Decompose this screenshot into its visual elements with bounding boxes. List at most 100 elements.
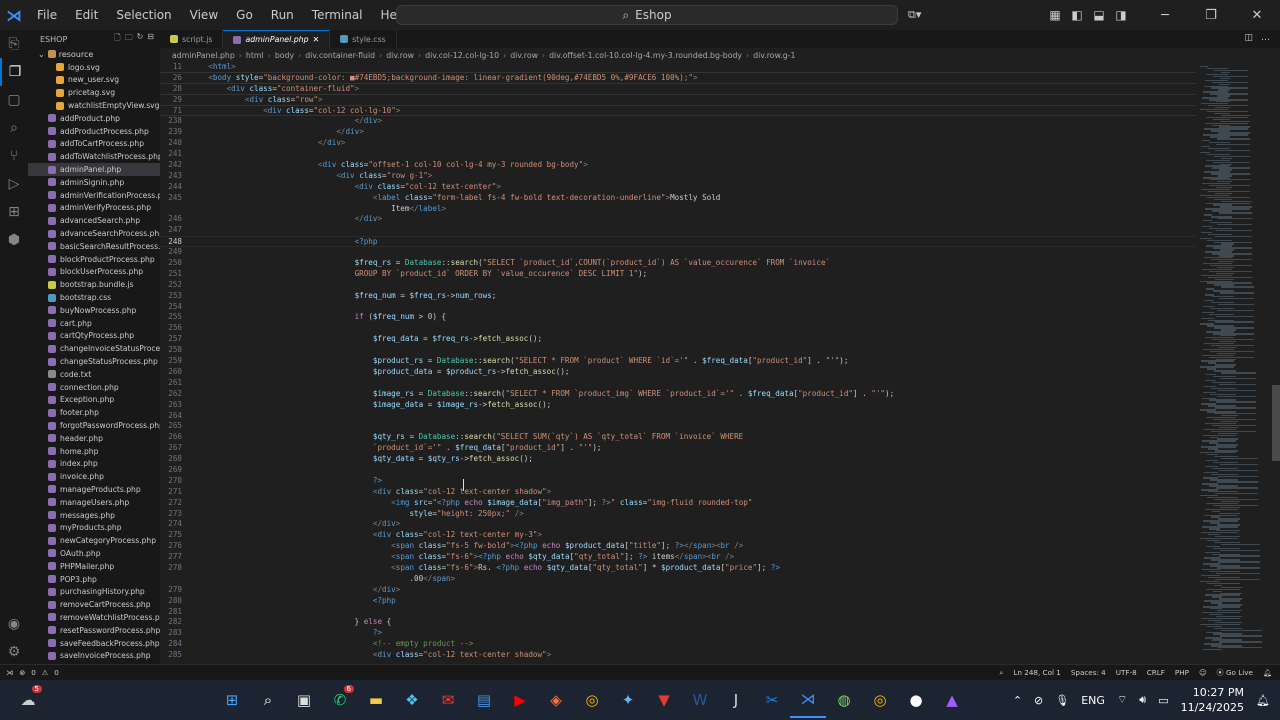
code-line[interactable]: 249 (160, 247, 1196, 258)
tab-adminPanel-php[interactable]: adminPanel.php ✕ (223, 30, 331, 48)
file-item[interactable]: PHPMailer.php (28, 560, 160, 573)
code-line[interactable]: 263 $image_data = $image_rs->fetch_assoc… (160, 400, 1196, 411)
split-editor-icon[interactable]: ◫ (1244, 33, 1253, 43)
code-line[interactable]: 270 ?> (160, 476, 1196, 487)
file-item[interactable]: purchasingHistory.php (28, 585, 160, 598)
breadcrumb-item[interactable]: html (246, 51, 264, 60)
tab-script-js[interactable]: script.js (160, 30, 224, 48)
file-item[interactable]: messages.php (28, 509, 160, 522)
code-line[interactable]: 262 $image_rs = Database::search("SELECT… (160, 389, 1196, 400)
menu-item-selection[interactable]: Selection (107, 0, 180, 30)
code-line[interactable]: 278 <span class="fs-6">Rs. <?php echo $q… (160, 563, 1196, 574)
chrome-icon[interactable]: ◎ (574, 682, 610, 718)
file-item[interactable]: header.php (28, 432, 160, 445)
close-tab-icon[interactable]: ✕ (313, 35, 320, 44)
file-explorer-icon[interactable]: ▬ (358, 682, 394, 718)
file-item[interactable]: manageUsers.php (28, 496, 160, 509)
word-icon[interactable]: W (682, 682, 718, 718)
extensions-icon[interactable]: ⊞ (0, 198, 28, 226)
code-editor[interactable]: 11 <html> 26 <body style="background-colo… (160, 62, 1196, 664)
toggle-sidebar-icon[interactable]: ◧ (1066, 8, 1088, 22)
error-count[interactable]: 0 (31, 668, 36, 677)
file-item[interactable]: advancedSearch.php (28, 214, 160, 227)
refresh-icon[interactable]: ↻ (137, 32, 144, 46)
app-hs-icon[interactable]: ◍ (826, 682, 862, 718)
file-item[interactable]: new_user.svg (28, 74, 160, 87)
scrollbar-thumb[interactable] (1272, 385, 1280, 461)
menu-item-run[interactable]: Run (262, 0, 303, 30)
remote-icon[interactable]: ⬢ (0, 226, 28, 254)
code-line[interactable]: 264 (160, 411, 1196, 422)
file-item[interactable]: POP3.php (28, 573, 160, 586)
menu-item-file[interactable]: File (28, 0, 66, 30)
copilot-icon[interactable]: ⧉▾ (908, 8, 921, 22)
file-item[interactable]: index.php (28, 458, 160, 471)
layout-customize-icon[interactable]: ▦ (1044, 8, 1066, 22)
github-icon[interactable]: ● (898, 682, 934, 718)
breadcrumb-item[interactable]: div.row (386, 51, 414, 60)
taskbar-search-icon[interactable]: ⌕ (250, 682, 286, 718)
code-line[interactable]: 277 <span class="fs-6"><?php echo $qty_d… (160, 552, 1196, 563)
start-button-icon[interactable]: ⊞ (214, 682, 250, 718)
file-item[interactable]: bootstrap.bundle.js (28, 278, 160, 291)
wifi-icon[interactable]: ⌔ (1117, 693, 1127, 707)
code-line[interactable]: 254 (160, 302, 1196, 313)
file-item[interactable]: addToCartProcess.php (28, 138, 160, 151)
code-line[interactable]: 276 <span class="fs-5 fw-bold"><?php ech… (160, 541, 1196, 552)
code-line[interactable]: 11 <html> (160, 62, 1196, 73)
file-item[interactable]: advanceSearchProcess.php (28, 227, 160, 240)
file-item[interactable]: changeInvoiceStatusProcess... (28, 342, 160, 355)
code-line[interactable]: 283 ?> (160, 628, 1196, 639)
new-file-icon[interactable]: 🗋 (114, 32, 120, 46)
code-line[interactable]: 28 <div class="container-fluid"> (160, 83, 1196, 95)
file-item[interactable]: buyNowProcess.php (28, 304, 160, 317)
file-item[interactable]: myProducts.php (28, 521, 160, 534)
code-line[interactable]: 243 <div class="row g-1"> (160, 171, 1196, 182)
tab-style-css[interactable]: style.css (330, 30, 397, 48)
file-item[interactable]: bootstrap.css (28, 291, 160, 304)
postman-icon[interactable]: ◈ (538, 682, 574, 718)
file-item[interactable]: cart.php (28, 317, 160, 330)
breadcrumb-item[interactable]: div.offset-1.col-10.col-lg-4.my-3.rounde… (549, 51, 742, 60)
line-ending[interactable]: CRLF (1147, 668, 1165, 677)
clock[interactable]: 10:27 PM 11/24/2025 (1181, 685, 1244, 715)
zoom-icon[interactable]: ⌕ (999, 668, 1003, 678)
app-purple-icon[interactable]: ▲ (934, 682, 970, 718)
microphone-icon[interactable]: 🎙︎ (1055, 694, 1069, 707)
code-line[interactable]: 266 $qty_rs = Database::search("SELECT S… (160, 432, 1196, 443)
file-item[interactable]: logo.svg (28, 61, 160, 74)
code-line[interactable]: 281 (160, 607, 1196, 618)
code-line[interactable]: Item</label> (160, 204, 1196, 215)
code-line[interactable]: 246 </div> (160, 214, 1196, 225)
file-item[interactable]: pricetag.svg (28, 86, 160, 99)
code-line[interactable]: 250 $freq_rs = Database::search("SELECT … (160, 258, 1196, 269)
code-line[interactable]: 244 <div class="col-12 text-center"> (160, 182, 1196, 193)
breadcrumb-item[interactable]: div.row.g-1 (753, 51, 795, 60)
command-center-search[interactable]: ⌕ Eshop (396, 5, 898, 25)
snipping-tool-icon[interactable]: ✂ (754, 682, 790, 718)
network-off-icon[interactable]: ⊘ (1034, 694, 1043, 707)
source-control-icon[interactable]: ⑂ (0, 142, 28, 170)
menu-item-go[interactable]: Go (227, 0, 262, 30)
file-item[interactable]: home.php (28, 445, 160, 458)
code-line[interactable]: 248 <?php (160, 236, 1196, 248)
warning-icon[interactable]: ⚠ (42, 668, 48, 677)
code-line[interactable]: 29 <div class="row"> (160, 94, 1196, 106)
weather-widget-icon[interactable]: ☁ 5 (10, 682, 46, 718)
run-debug-icon[interactable]: ▷ (0, 170, 28, 198)
code-line[interactable]: 241 (160, 149, 1196, 160)
file-item[interactable]: adminVerifyProcess.php (28, 202, 160, 215)
language-indicator[interactable]: ENG (1081, 694, 1105, 707)
code-line[interactable]: 261 (160, 378, 1196, 389)
error-icon[interactable]: ⊗ (19, 668, 25, 677)
menu-item-edit[interactable]: Edit (66, 0, 107, 30)
code-line[interactable]: .00</span> (160, 574, 1196, 585)
file-item[interactable]: changeStatusProcess.php (28, 355, 160, 368)
file-item[interactable]: addToWatchlistProcess.php (28, 150, 160, 163)
language-mode[interactable]: PHP (1175, 668, 1189, 677)
file-item[interactable]: forgotPasswordProcess.php (28, 419, 160, 432)
code-line[interactable]: 259 $product_rs = Database::search("SELE… (160, 356, 1196, 367)
notifications-icon[interactable]: 🔔︎ (1263, 668, 1272, 677)
code-line[interactable]: 71 <div class="col-12 col-lg-10"> (160, 105, 1196, 117)
code-line[interactable]: 257 $freq_data = $freq_rs->fetch_assoc()… (160, 334, 1196, 345)
